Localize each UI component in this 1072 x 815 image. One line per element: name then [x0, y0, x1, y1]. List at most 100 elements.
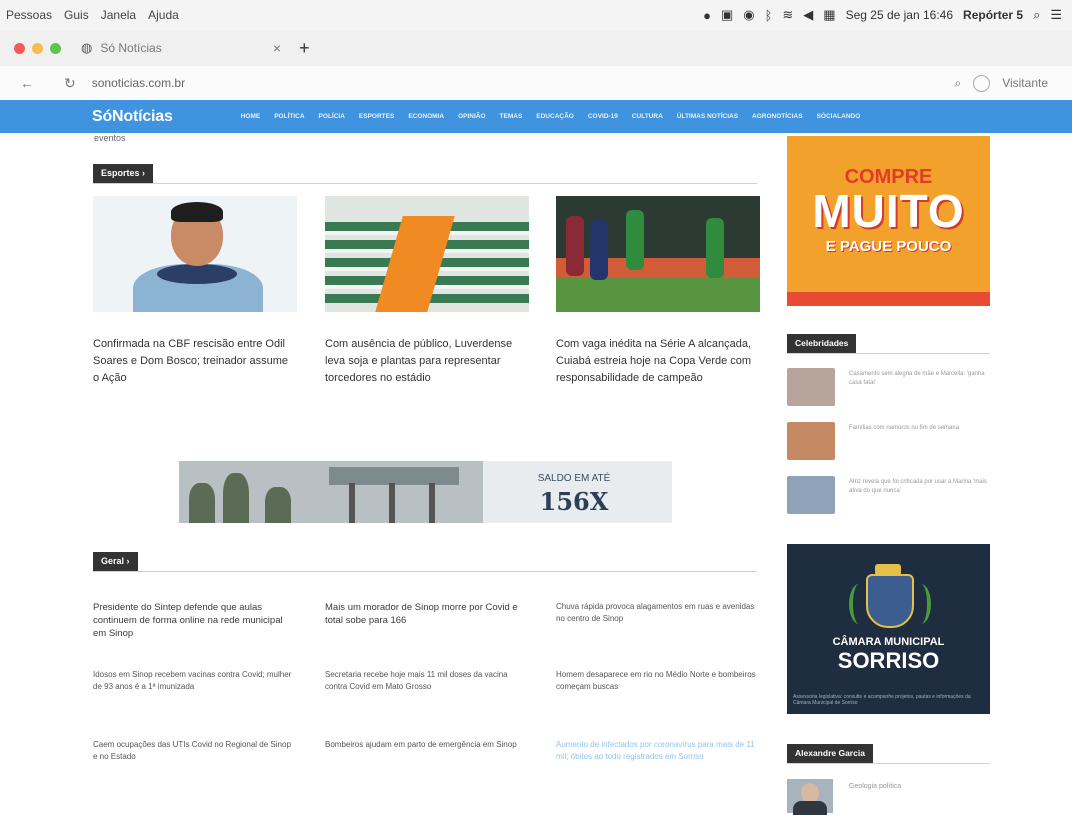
- nav-politica[interactable]: POLÍTICA: [274, 113, 304, 120]
- url-field[interactable]: sonoticias.com.br: [92, 76, 185, 90]
- author-thumb[interactable]: [787, 779, 833, 815]
- player-shape: [706, 218, 724, 278]
- site-logo[interactable]: SóNotícias: [92, 108, 173, 126]
- esportes-card-3[interactable]: Com vaga inédita na Série A alcançada, C…: [556, 196, 760, 387]
- nav-ultimas[interactable]: ÚLTIMAS NOTÍCIAS: [677, 113, 738, 120]
- nav-cultura[interactable]: CULTURA: [632, 113, 663, 120]
- menu-janela[interactable]: Janela: [101, 8, 136, 22]
- site-navbar: SóNotícias HOME POLÍTICA POLÍCIA ESPORTE…: [0, 100, 1072, 133]
- geral-item[interactable]: Aumento de infectados por coronavírus pa…: [556, 730, 756, 763]
- card-title[interactable]: Com vaga inédita na Série A alcançada, C…: [556, 336, 760, 387]
- card-title[interactable]: Confirmada na CBF rescisão entre Odil So…: [93, 336, 297, 387]
- bluetooth-icon[interactable]: ᛒ: [765, 8, 773, 23]
- nav-covid[interactable]: COVID-19: [588, 113, 618, 120]
- esportes-card-1[interactable]: Confirmada na CBF rescisão entre Odil So…: [93, 196, 297, 387]
- geral-item[interactable]: Homem desaparece em rio no Médio Norte e…: [556, 660, 756, 693]
- card-image-player[interactable]: [93, 196, 297, 312]
- geral-item[interactable]: Idosos em Sinop recebem vacinas contra C…: [93, 660, 293, 693]
- crest-shield-icon: [866, 574, 914, 628]
- browser-tabbar: ◍ Só Notícias × +: [0, 30, 1072, 66]
- celeb-thumb[interactable]: [787, 368, 835, 406]
- item-meta: [93, 730, 293, 739]
- celeb-thumb[interactable]: [787, 422, 835, 460]
- nav-opiniao[interactable]: OPINIÃO: [458, 113, 485, 120]
- wifi-icon[interactable]: ≋: [782, 7, 793, 23]
- celebridades-section-header: Celebridades: [787, 333, 990, 354]
- menu-pessoas[interactable]: Pessoas: [6, 8, 52, 22]
- card-image-stadium[interactable]: [325, 196, 529, 312]
- geral-label[interactable]: Geral ›: [93, 552, 138, 571]
- close-window-button[interactable]: [14, 42, 25, 54]
- item-title[interactable]: Secretaria recebe hoje mais 11 mil doses…: [325, 669, 525, 693]
- nav-esportes[interactable]: ESPORTES: [359, 113, 394, 120]
- ad-camara-sorriso[interactable]: CÂMARA MUNICIPAL SORRISO Assessoria legi…: [787, 544, 990, 714]
- clock[interactable]: Seg 25 de jan 16:46: [846, 8, 953, 22]
- new-tab-icon[interactable]: +: [299, 38, 310, 59]
- geral-item[interactable]: Bombeiros ajudam em parto de emergência …: [325, 730, 525, 751]
- status-app-icon[interactable]: ●: [703, 8, 711, 23]
- geral-item[interactable]: Mais um morador de Sinop morre por Covid…: [325, 592, 525, 627]
- card-title[interactable]: Com ausência de público, Luverdense leva…: [325, 336, 529, 387]
- spotlight-icon[interactable]: ⌕: [1033, 7, 1040, 23]
- menu-ajuda[interactable]: Ajuda: [148, 8, 179, 22]
- author-item[interactable]: Geologia política: [787, 779, 990, 815]
- author-article-title[interactable]: Geologia política: [849, 783, 901, 790]
- site-nav-links: HOME POLÍTICA POLÍCIA ESPORTES ECONOMIA …: [241, 113, 861, 120]
- celeb-title[interactable]: Atriz revela que foi criticada por usar …: [849, 478, 989, 496]
- item-title[interactable]: Aumento de infectados por coronavírus pa…: [556, 739, 756, 763]
- item-title[interactable]: Mais um morador de Sinop morre por Covid…: [325, 601, 525, 627]
- ad-compre-muito[interactable]: COMPRE MUITO E PAGUE POUCO: [787, 136, 990, 306]
- profile-label[interactable]: Visitante: [1002, 76, 1048, 90]
- reload-icon[interactable]: ↻: [64, 75, 76, 92]
- nav-economia[interactable]: ECONOMIA: [408, 113, 444, 120]
- nav-home[interactable]: HOME: [241, 113, 261, 120]
- alexandre-label[interactable]: Alexandre Garcia: [787, 744, 873, 763]
- item-title[interactable]: Caem ocupações das UTIs Covid no Regiona…: [93, 739, 293, 763]
- celeb-thumb[interactable]: [787, 476, 835, 514]
- player-shape: [590, 220, 608, 280]
- search-icon[interactable]: ⌕: [954, 76, 961, 91]
- esportes-card-2[interactable]: Com ausência de público, Luverdense leva…: [325, 196, 529, 387]
- profile-avatar-icon[interactable]: [973, 74, 991, 92]
- nav-policia[interactable]: POLÍCIA: [319, 113, 345, 120]
- zoom-window-button[interactable]: [50, 42, 61, 54]
- item-title[interactable]: Bombeiros ajudam em parto de emergência …: [325, 739, 525, 751]
- item-title[interactable]: Chuva rápida provoca alagamentos em ruas…: [556, 601, 756, 625]
- celeb-title[interactable]: Famílias com namoros no fim de semana: [849, 424, 989, 433]
- celeb-item[interactable]: Famílias com namoros no fim de semana: [787, 422, 990, 462]
- menu-guias[interactable]: Guis: [64, 8, 89, 22]
- status-doc-icon[interactable]: ▣: [721, 7, 733, 23]
- browser-tab[interactable]: ◍ Só Notícias ×: [81, 34, 281, 62]
- minimize-window-button[interactable]: [32, 42, 43, 54]
- volume-icon[interactable]: ◀: [803, 7, 813, 23]
- user-menu[interactable]: Repórter 5: [963, 8, 1023, 22]
- geral-item[interactable]: Secretaria recebe hoje mais 11 mil doses…: [325, 660, 525, 693]
- item-title[interactable]: Homem desaparece em rio no Médio Norte e…: [556, 669, 756, 693]
- item-title[interactable]: Idosos em Sinop recebem vacinas contra C…: [93, 669, 293, 693]
- celebridades-label[interactable]: Celebridades: [787, 334, 857, 353]
- geral-item[interactable]: Chuva rápida provoca alagamentos em ruas…: [556, 592, 756, 625]
- control-list-icon[interactable]: ☰: [1050, 7, 1062, 23]
- status-record-icon[interactable]: ◉: [743, 7, 754, 23]
- building-pillar: [429, 483, 435, 523]
- tab-close-icon[interactable]: ×: [273, 40, 281, 56]
- os-menubar: Pessoas Guis Janela Ajuda ● ▣ ◉ ᛒ ≋ ◀ ▦ …: [0, 0, 1072, 31]
- celeb-item[interactable]: Casamento sem alegria de mãe e Marcella:…: [787, 368, 990, 408]
- celeb-title[interactable]: Casamento sem alegria de mãe e Marcella:…: [849, 370, 989, 388]
- item-title[interactable]: Presidente do Sintep defende que aulas c…: [93, 601, 293, 640]
- nav-temas[interactable]: TEMAS: [500, 113, 523, 120]
- esportes-label[interactable]: Esportes ›: [93, 164, 154, 183]
- keyboard-icon[interactable]: ▦: [823, 7, 835, 23]
- author-suit: [793, 801, 827, 815]
- nav-educacao[interactable]: EDUCAÇÃO: [536, 113, 574, 120]
- card-image-soccer[interactable]: [556, 196, 760, 312]
- back-arrow-icon[interactable]: ←: [20, 75, 34, 91]
- celeb-item[interactable]: Atriz revela que foi criticada por usar …: [787, 476, 990, 516]
- nav-socialando[interactable]: SÓCIALANDO: [817, 113, 861, 120]
- geral-item[interactable]: Caem ocupações das UTIs Covid no Regiona…: [93, 730, 293, 763]
- geral-item[interactable]: Presidente do Sintep defende que aulas c…: [93, 592, 293, 640]
- ad-banner[interactable]: SALDO EM ATÉ 156X: [179, 461, 672, 523]
- tree-shape: [223, 473, 249, 523]
- ad-bottom-strip: [787, 292, 990, 306]
- nav-agronoticias[interactable]: AGRONOTÍCIAS: [752, 113, 803, 120]
